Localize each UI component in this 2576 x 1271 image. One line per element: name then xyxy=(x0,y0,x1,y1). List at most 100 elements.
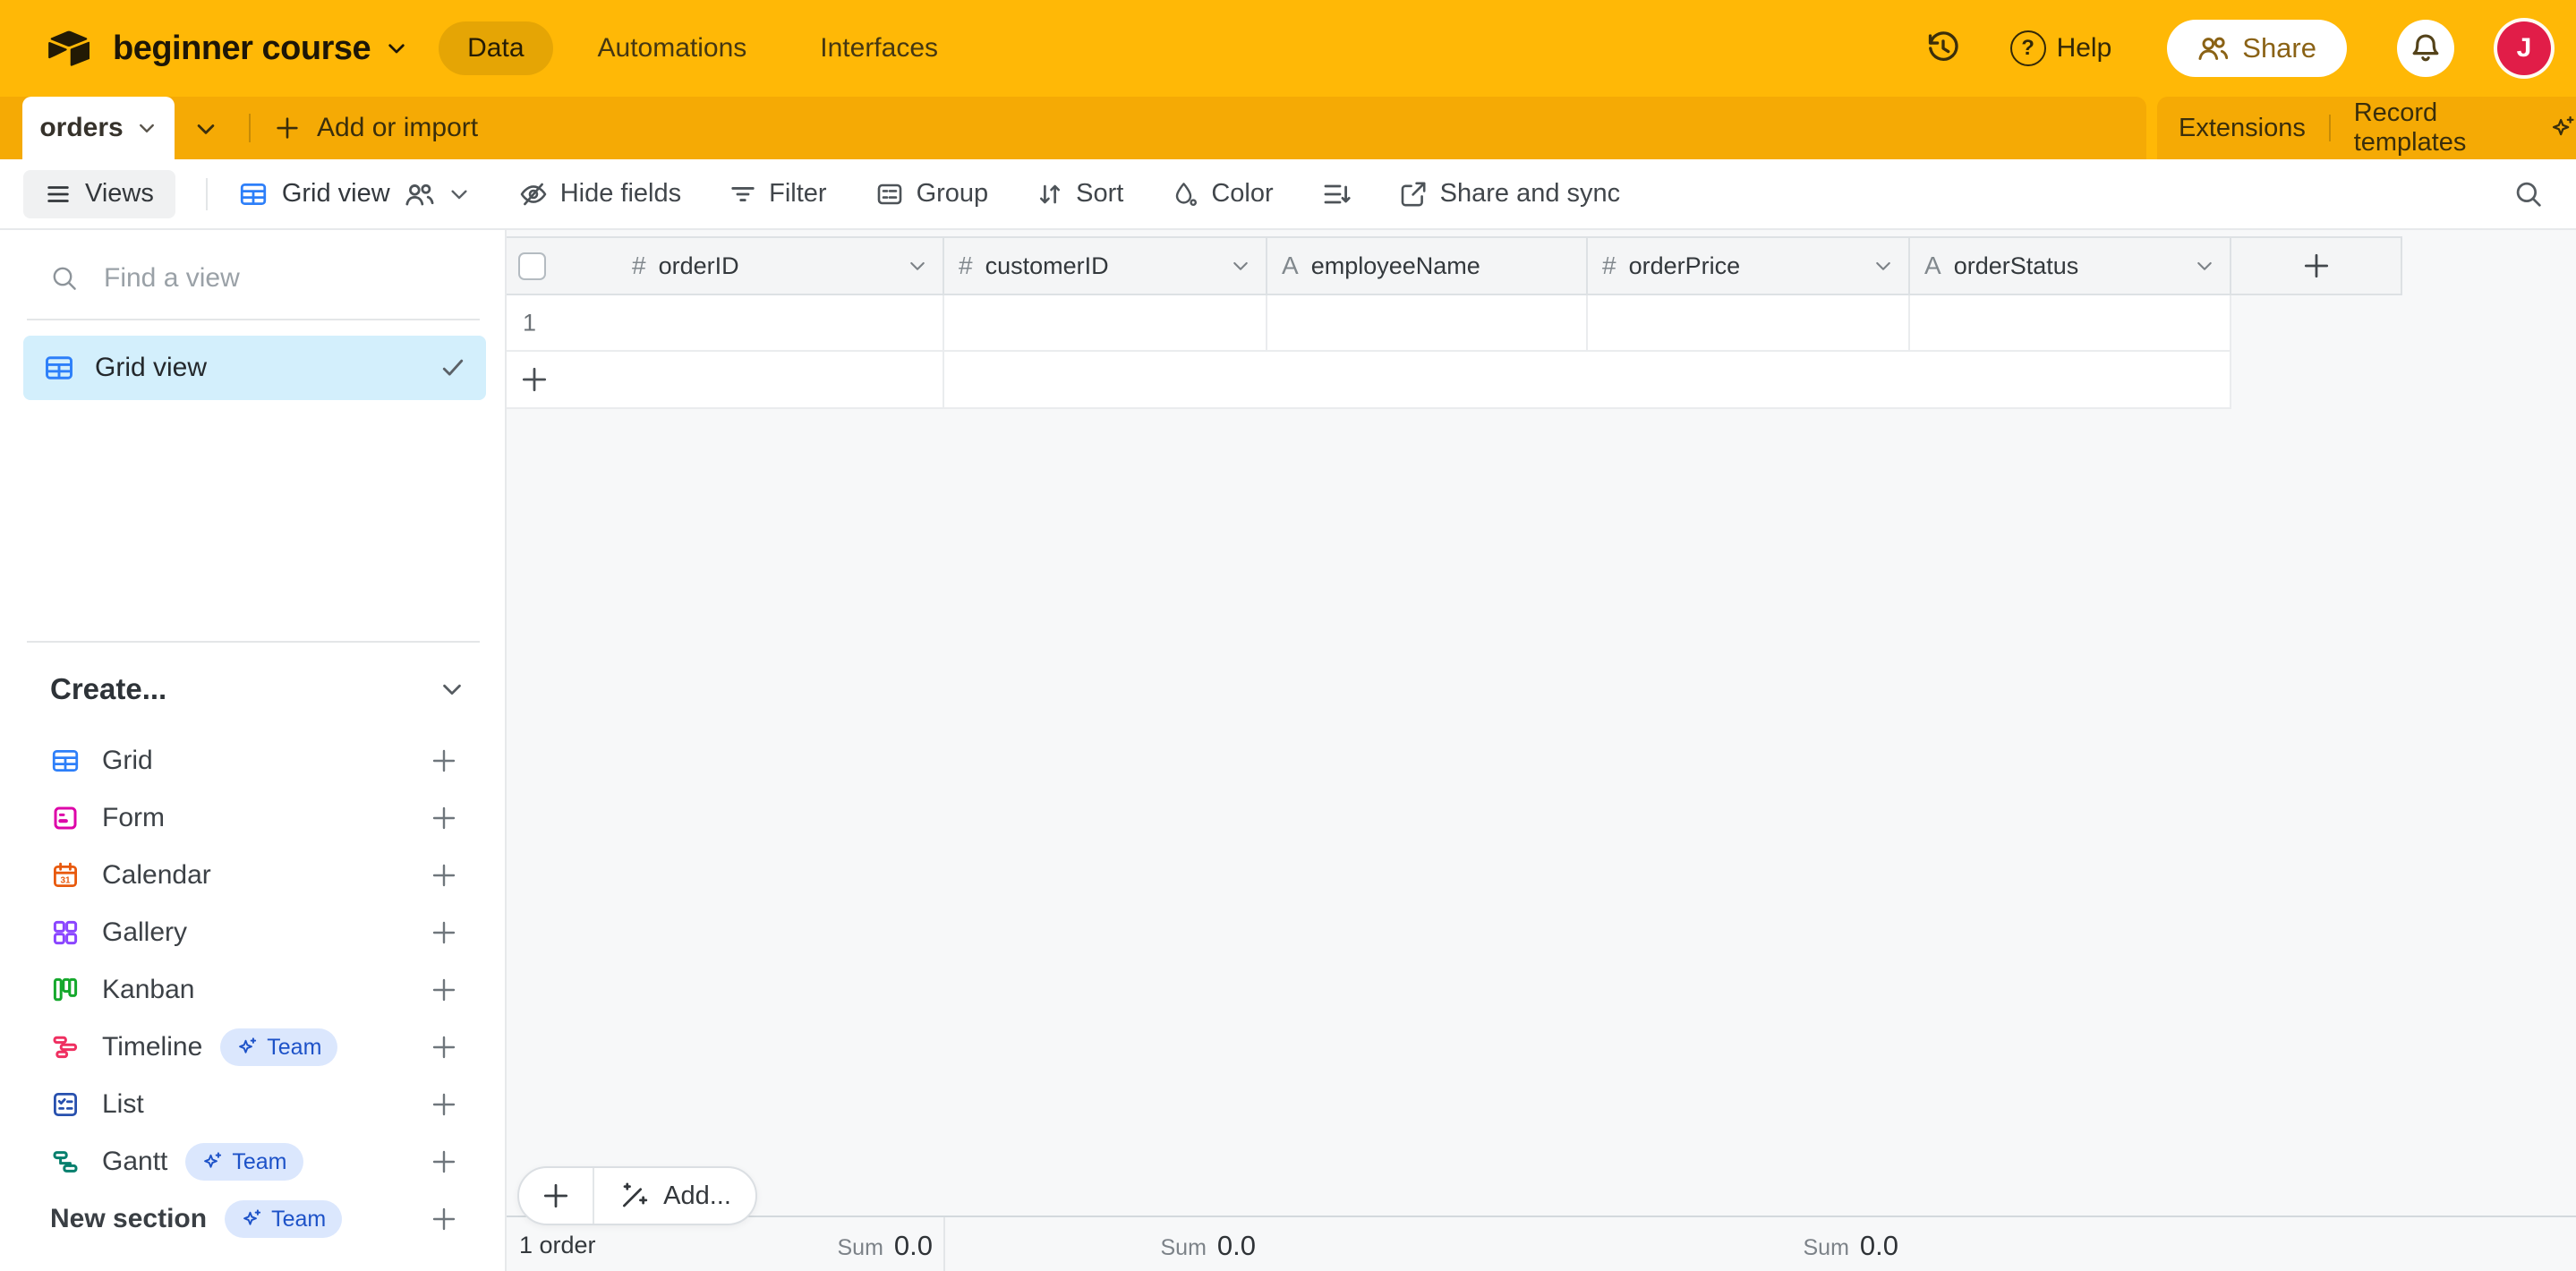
plus-icon xyxy=(519,364,550,395)
add-or-import-button[interactable]: Add or import xyxy=(274,97,478,159)
plus-icon[interactable] xyxy=(430,746,458,775)
cell-border xyxy=(943,295,944,350)
create-grid-item[interactable]: Grid xyxy=(0,732,505,789)
view-name: Grid view xyxy=(95,353,420,383)
group-label: Group xyxy=(917,179,989,209)
sum-label: Sum xyxy=(1803,1235,1848,1261)
color-button[interactable]: Color xyxy=(1172,179,1273,209)
plus-icon[interactable] xyxy=(430,1205,458,1233)
sparkle-icon xyxy=(241,1208,262,1230)
help-button[interactable]: Help xyxy=(2010,30,2112,66)
create-gantt-item[interactable]: Gantt Team xyxy=(0,1133,505,1190)
workspace-switcher[interactable]: beginner course xyxy=(113,30,408,68)
tab-interfaces[interactable]: Interfaces xyxy=(791,21,967,75)
cell-border xyxy=(943,352,944,407)
all-tables-chevron-icon[interactable] xyxy=(193,116,218,141)
sum-value: 0.0 xyxy=(1860,1230,1898,1262)
form-icon xyxy=(50,804,81,832)
create-calendar-item[interactable]: 31 Calendar xyxy=(0,847,505,904)
plus-icon[interactable] xyxy=(430,1090,458,1119)
extensions-button[interactable]: Extensions xyxy=(2179,114,2306,143)
number-field-icon: # xyxy=(1602,252,1616,280)
chevron-down-icon[interactable] xyxy=(2194,255,2215,277)
top-navbar: beginner course Data Automations Interfa… xyxy=(0,0,2576,97)
help-label: Help xyxy=(2057,33,2112,64)
find-view-search[interactable] xyxy=(50,262,469,294)
number-field-icon: # xyxy=(959,252,973,280)
create-section-header[interactable]: Create... xyxy=(50,672,465,706)
create-timeline-item[interactable]: Timeline Team xyxy=(0,1019,505,1076)
team-badge: Team xyxy=(225,1200,342,1238)
divider xyxy=(2329,115,2331,141)
tab-automations[interactable]: Automations xyxy=(569,21,776,75)
plus-icon[interactable] xyxy=(430,804,458,832)
current-view-label: Grid view xyxy=(282,179,390,209)
share-and-sync-button[interactable]: Share and sync xyxy=(1399,179,1621,209)
share-button[interactable]: Share xyxy=(2167,20,2347,77)
summary-customerid[interactable]: Sum 0.0 xyxy=(1059,1230,1256,1262)
list-icon xyxy=(50,1090,81,1119)
chevron-down-icon[interactable] xyxy=(439,676,465,703)
divider xyxy=(249,114,251,142)
sum-label: Sum xyxy=(1160,1235,1206,1261)
svg-text:31: 31 xyxy=(60,875,71,885)
row-height-button[interactable] xyxy=(1322,180,1351,209)
cell-border xyxy=(943,1217,945,1271)
add-with-ai-button[interactable]: Add... xyxy=(594,1168,755,1224)
divider xyxy=(206,178,208,210)
table-row[interactable]: 1 xyxy=(507,295,2231,352)
find-view-input[interactable] xyxy=(102,262,469,294)
collaborators-icon xyxy=(2197,33,2228,64)
team-badge: Team xyxy=(220,1028,337,1066)
avatar[interactable]: J xyxy=(2497,21,2551,75)
current-view-button[interactable]: Grid view xyxy=(238,179,471,209)
history-icon[interactable] xyxy=(1926,31,1960,65)
column-name: orderPrice xyxy=(1629,252,1741,280)
select-all-checkbox[interactable] xyxy=(518,252,546,280)
plus-icon[interactable] xyxy=(430,918,458,947)
column-header-customerid[interactable]: # customerID xyxy=(944,236,1267,295)
add-field-button[interactable] xyxy=(2231,236,2402,295)
add-record-plus-button[interactable] xyxy=(519,1168,593,1224)
column-header-orderid[interactable]: # orderID xyxy=(507,236,944,295)
create-kanban-item[interactable]: Kanban xyxy=(0,961,505,1019)
create-new-section-item[interactable]: New section Team xyxy=(0,1190,505,1248)
search-icon[interactable] xyxy=(2513,179,2544,209)
chevron-down-icon[interactable] xyxy=(448,183,471,206)
bell-icon xyxy=(2410,32,2442,64)
column-header-employeename[interactable]: A employeeName xyxy=(1267,236,1588,295)
add-row-button[interactable] xyxy=(507,352,2231,409)
summary-orderprice[interactable]: Sum 0.0 xyxy=(1702,1230,1898,1262)
chevron-down-icon[interactable] xyxy=(136,117,158,139)
hide-fields-button[interactable]: Hide fields xyxy=(519,179,681,209)
chevron-down-icon[interactable] xyxy=(1230,255,1251,277)
plus-icon[interactable] xyxy=(430,861,458,890)
divider xyxy=(27,641,480,643)
team-badge-label: Team xyxy=(232,1149,286,1175)
record-templates-button[interactable]: Record templates xyxy=(2354,98,2576,158)
plus-icon[interactable] xyxy=(430,976,458,1004)
chevron-down-icon[interactable] xyxy=(1872,255,1894,277)
tab-data[interactable]: Data xyxy=(439,21,552,75)
create-item-label: Grid xyxy=(102,746,153,776)
table-tab-orders[interactable]: orders xyxy=(22,97,175,159)
airtable-logo-icon[interactable] xyxy=(48,30,90,66)
create-list-item[interactable]: List xyxy=(0,1076,505,1133)
plus-icon[interactable] xyxy=(430,1147,458,1176)
eye-slash-icon xyxy=(519,180,548,209)
notifications-button[interactable] xyxy=(2397,20,2454,77)
create-form-item[interactable]: Form xyxy=(0,789,505,847)
column-header-orderstatus[interactable]: A orderStatus xyxy=(1910,236,2231,295)
chevron-down-icon[interactable] xyxy=(907,255,928,277)
filter-button[interactable]: Filter xyxy=(729,179,826,209)
create-gallery-item[interactable]: Gallery xyxy=(0,904,505,961)
views-sidebar-toggle[interactable]: Views xyxy=(23,170,175,218)
topbar-right: Help Share J xyxy=(1926,20,2551,77)
column-header-orderprice[interactable]: # orderPrice xyxy=(1588,236,1910,295)
sort-button[interactable]: Sort xyxy=(1036,179,1123,209)
calendar-icon: 31 xyxy=(50,861,81,890)
plus-icon[interactable] xyxy=(430,1033,458,1062)
summary-orderid[interactable]: Sum 0.0 xyxy=(736,1230,933,1262)
group-button[interactable]: Group xyxy=(875,179,989,209)
sidebar-view-grid-view[interactable]: Grid view xyxy=(23,336,486,400)
